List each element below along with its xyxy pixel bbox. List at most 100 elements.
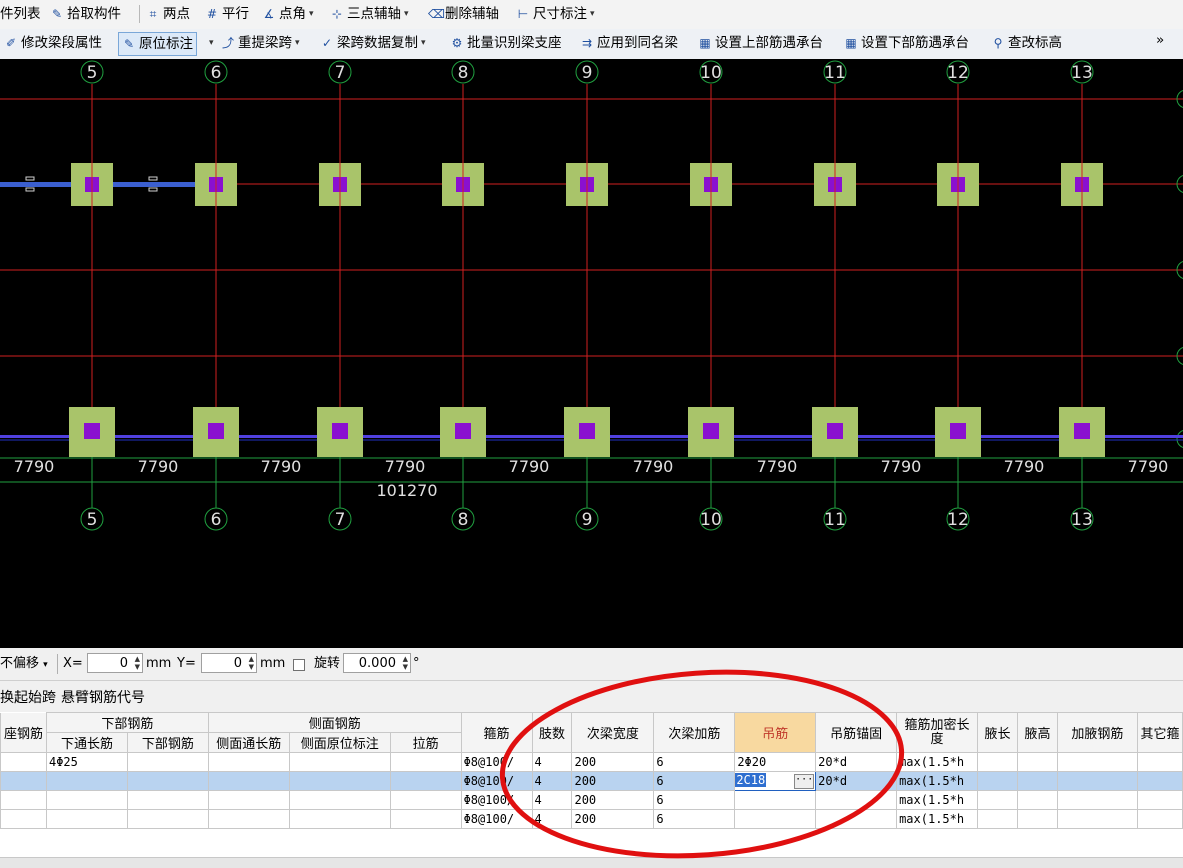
table-cell[interactable]	[0, 809, 47, 829]
column-header[interactable]: 腋长	[977, 712, 1018, 753]
column-header[interactable]: 腋高	[1017, 712, 1058, 753]
table-cell[interactable]	[45, 809, 128, 829]
column-header[interactable]: 吊筋锚固	[815, 712, 898, 753]
set-top-rebar-button[interactable]: ▦ 设置上部筋遇承台	[698, 32, 823, 54]
table-cell[interactable]	[1017, 752, 1058, 772]
column-header[interactable]: 下部钢筋	[126, 732, 209, 753]
spinner-icon[interactable]: ▲ ▼	[249, 655, 254, 671]
column-header[interactable]: 箍筋加密长度	[896, 712, 979, 753]
table-cell[interactable]	[126, 771, 209, 791]
drawing-canvas[interactable]: 5 5 6 6 7 7 8 8 9 9 10 10 11 11 12 12 13 13 7790 7790 7790 77…	[0, 59, 1183, 648]
table-cell[interactable]	[288, 752, 391, 772]
table-cell[interactable]	[1017, 790, 1058, 810]
table-cell[interactable]	[1056, 790, 1138, 810]
component-list-button[interactable]: 件列表	[0, 3, 41, 25]
chevron-down-icon[interactable]: ▾	[590, 3, 595, 25]
pick-component-button[interactable]: ✎ 拾取构件	[50, 3, 121, 25]
table-cell[interactable]	[207, 771, 290, 791]
hanger-rebar-input[interactable]: 2C18	[735, 773, 767, 787]
re-extract-span-button[interactable]: ⤴ 重提梁跨 ▾	[221, 32, 300, 54]
cad-drawing[interactable]: 5 5 6 6 7 7 8 8 9 9 10 10 11 11 12 12 13 13 7790 7790 7790 77…	[0, 59, 1183, 648]
table-cell[interactable]	[389, 771, 462, 791]
x-offset-input[interactable]: 0 ▲ ▼	[87, 653, 143, 673]
table-row[interactable]: Φ8@100/4 200 6 max(1.5*h	[0, 809, 1183, 829]
tab-cantilever-rebar-code[interactable]: 悬臂钢筋代号	[61, 687, 145, 707]
table-cell[interactable]	[0, 752, 47, 772]
delete-axis-button[interactable]: ⌫ 删除辅轴	[428, 3, 499, 25]
offset-mode-select[interactable]: 不偏移 ▾	[0, 654, 48, 674]
parallel-axis-button[interactable]: # 平行	[205, 3, 249, 25]
table-cell[interactable]	[977, 771, 1018, 791]
table-cell[interactable]	[126, 790, 209, 810]
column-header[interactable]: 加腋钢筋	[1056, 712, 1138, 753]
table-cell[interactable]	[977, 752, 1018, 772]
table-cell[interactable]: 6	[653, 809, 736, 829]
table-cell[interactable]	[1136, 809, 1183, 829]
rotate-checkbox[interactable]	[293, 659, 305, 671]
table-cell[interactable]	[815, 809, 898, 829]
two-point-axis-button[interactable]: ⌗ 两点	[146, 3, 190, 25]
table-cell[interactable]	[1017, 771, 1058, 791]
copy-span-data-button[interactable]: ✓ 梁跨数据复制 ▾	[320, 32, 426, 54]
table-cell[interactable]	[45, 771, 128, 791]
horizontal-scrollbar[interactable]	[0, 857, 1183, 868]
table-cell[interactable]	[1056, 752, 1138, 772]
in-place-annotation-dropdown[interactable]: ▾	[206, 32, 214, 54]
table-cell[interactable]	[207, 752, 290, 772]
dimension-button[interactable]: ⊢ 尺寸标注 ▾	[516, 3, 595, 25]
in-place-annotation-button[interactable]: ✎ 原位标注	[118, 32, 197, 56]
table-cell[interactable]	[126, 752, 209, 772]
edit-beam-segment-button[interactable]: ✐ 修改梁段属性	[4, 32, 102, 54]
column-header-hanger-rebar[interactable]: 吊筋	[734, 712, 817, 753]
chevron-down-icon[interactable]: ▾	[295, 32, 300, 54]
table-cell[interactable]: 4Φ25	[45, 752, 128, 772]
table-cell[interactable]	[288, 771, 391, 791]
spinner-icon[interactable]: ▲ ▼	[135, 655, 140, 671]
table-cell[interactable]	[45, 790, 128, 810]
table-cell[interactable]: 200	[571, 752, 655, 772]
toolbar-overflow-button[interactable]: »	[1156, 29, 1164, 51]
table-cell[interactable]: 200	[571, 790, 655, 810]
column-header[interactable]: 下通长筋	[45, 732, 128, 753]
table-cell[interactable]: 6	[653, 771, 736, 791]
column-header[interactable]: 座钢筋	[0, 712, 47, 753]
apply-same-name-button[interactable]: ⇉ 应用到同名梁	[580, 32, 678, 54]
check-elevation-button[interactable]: ⚲ 查改标高	[991, 32, 1062, 54]
three-point-axis-button[interactable]: ⊹ 三点辅轴 ▾	[330, 3, 409, 25]
table-cell[interactable]: max(1.5*h	[896, 752, 979, 772]
table-cell[interactable]	[389, 790, 462, 810]
column-header[interactable]: 侧面原位标注	[288, 732, 391, 753]
table-cell[interactable]	[288, 809, 391, 829]
table-cell[interactable]: 6	[653, 790, 736, 810]
table-cell[interactable]	[288, 790, 391, 810]
spinner-icon[interactable]: ▲ ▼	[403, 655, 408, 671]
column-header[interactable]: 拉筋	[389, 732, 462, 753]
chevron-down-icon[interactable]: ▾	[309, 3, 314, 25]
point-angle-button[interactable]: ∡ 点角 ▾	[262, 3, 314, 25]
table-cell[interactable]: 200	[571, 809, 655, 829]
table-cell[interactable]	[207, 790, 290, 810]
table-cell[interactable]: Φ8@100/	[460, 790, 533, 810]
table-cell[interactable]: max(1.5*h	[896, 790, 979, 810]
table-cell[interactable]: 4	[531, 809, 573, 829]
hanger-rebar-editor[interactable]: 2C18 ···	[735, 773, 815, 789]
table-cell[interactable]	[0, 790, 47, 810]
table-cell[interactable]	[734, 809, 817, 829]
table-cell[interactable]	[0, 771, 47, 791]
y-offset-input[interactable]: 0 ▲ ▼	[201, 653, 257, 673]
chevron-down-icon[interactable]: ▾	[404, 3, 409, 25]
column-header[interactable]: 箍筋	[460, 712, 533, 753]
table-cell[interactable]	[1136, 790, 1183, 810]
table-cell[interactable]: 200	[571, 771, 655, 791]
table-cell[interactable]: max(1.5*h	[896, 809, 979, 829]
table-cell[interactable]	[207, 809, 290, 829]
table-cell[interactable]	[126, 809, 209, 829]
table-cell[interactable]: 4	[531, 752, 573, 772]
table-cell[interactable]	[1136, 771, 1183, 791]
table-cell[interactable]: Φ8@100/	[460, 809, 533, 829]
table-cell[interactable]: 2Φ20	[734, 752, 817, 772]
table-cell[interactable]	[977, 809, 1018, 829]
hanger-rebar-edit-cell[interactable]: 2C18 ···	[734, 771, 817, 791]
table-cell[interactable]	[1056, 771, 1138, 791]
ellipsis-button[interactable]: ···	[794, 774, 815, 789]
